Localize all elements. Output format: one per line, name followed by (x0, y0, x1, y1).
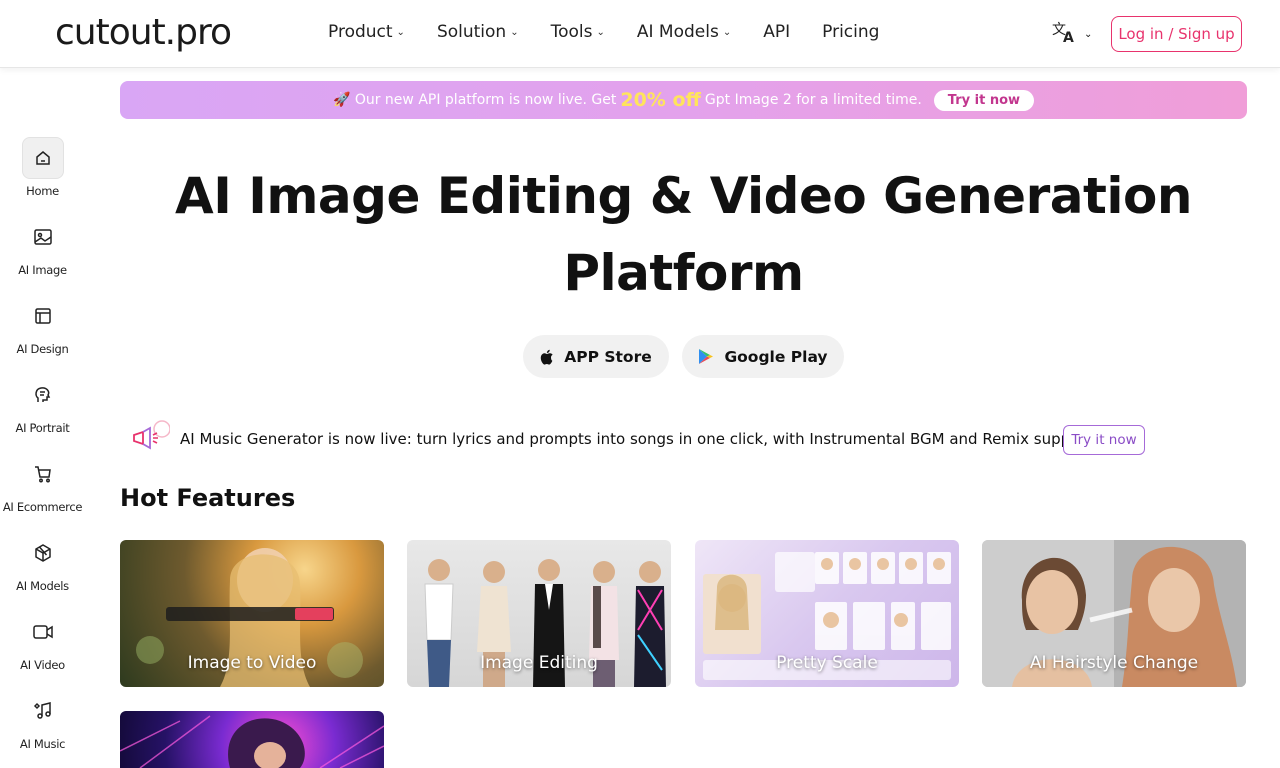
cube-icon (22, 532, 64, 574)
nav-tools[interactable]: Tools ⌄ (551, 22, 605, 42)
nav-pricing-label: Pricing (822, 22, 880, 42)
feature-card-image-to-video[interactable]: Image to Video (120, 540, 384, 687)
hot-features-title: Hot Features (120, 484, 296, 512)
promo-banner: 🚀 Our new API platform is now live. Get … (120, 81, 1247, 119)
cart-icon (22, 453, 64, 495)
google-play-button[interactable]: Google Play (682, 335, 844, 378)
sidebar-item-ai-ecommerce[interactable]: AI Ecommerce (0, 453, 85, 514)
language-selector[interactable]: 文A ⌄ (1052, 20, 1092, 49)
sidebar-item-label: AI Design (16, 342, 69, 356)
app-store-button[interactable]: APP Store (523, 335, 669, 378)
feature-card-pretty-scale[interactable]: Pretty Scale (695, 540, 959, 687)
sidebar: Home AI Image AI Design AI Portrait AI E… (0, 69, 85, 768)
card-caption: Image Editing (480, 653, 598, 673)
app-store-label: APP Store (564, 347, 652, 366)
sidebar-item-label: Home (26, 184, 59, 198)
nav-tools-label: Tools (550, 22, 593, 42)
card-caption: Image to Video (187, 653, 317, 673)
sidebar-item-label: AI Music (19, 737, 66, 751)
home-icon (21, 137, 64, 179)
music-icon (22, 690, 64, 732)
sidebar-item-ai-music[interactable]: AI Music (0, 690, 85, 751)
promo-try-button[interactable]: Try it now (933, 89, 1035, 111)
sidebar-item-label: AI Models (16, 579, 69, 593)
nav-ai-models[interactable]: AI Models ⌄ (637, 22, 731, 42)
megaphone-icon (130, 419, 171, 459)
promo-prefix: 🚀 Our new API platform is now live. Get (332, 92, 617, 108)
feature-card-ai-music[interactable] (120, 711, 384, 768)
sidebar-item-home[interactable]: Home (0, 137, 85, 198)
chevron-down-icon: ⌄ (396, 26, 405, 38)
layout-icon (22, 295, 64, 337)
apple-icon (540, 349, 554, 365)
nav-product-label: Product (328, 22, 393, 42)
google-play-icon (698, 348, 714, 365)
hero-title-line2: Platform (563, 244, 804, 302)
promo-suffix: Gpt Image 2 for a limited time. (704, 92, 922, 108)
google-play-label: Google Play (724, 347, 828, 366)
sidebar-item-label: AI Portrait (15, 421, 70, 435)
nav-pricing[interactable]: Pricing (822, 22, 879, 42)
portrait-icon (22, 374, 64, 416)
video-icon (22, 611, 64, 653)
card-image-figure (120, 715, 384, 768)
sidebar-item-label: AI Image (18, 263, 67, 277)
card-caption: Pretty Scale (776, 653, 878, 673)
chevron-down-icon: ⌄ (510, 26, 519, 38)
card-caption: AI Hairstyle Change (1029, 653, 1199, 673)
sidebar-item-ai-models[interactable]: AI Models (0, 532, 85, 593)
sidebar-item-ai-portrait[interactable]: AI Portrait (0, 374, 85, 435)
feature-card-image-editing[interactable]: Image Editing (407, 540, 671, 687)
nav-product[interactable]: Product ⌄ (328, 22, 405, 42)
nav-ai-models-label: AI Models (636, 22, 719, 42)
translate-icon: 文A (1052, 20, 1078, 49)
sidebar-item-ai-design[interactable]: AI Design (0, 295, 85, 356)
login-signup-button[interactable]: Log in / Sign up (1111, 16, 1242, 52)
nav-api[interactable]: API (763, 22, 790, 42)
notice-text: AI Music Generator is now live: turn lyr… (180, 430, 1097, 448)
sidebar-item-label: AI Ecommerce (2, 500, 83, 514)
hero-title-line1: AI Image Editing & Video Generation (175, 167, 1192, 225)
image-icon (22, 216, 64, 258)
promo-highlight: 20% off (620, 89, 701, 111)
music-notice: AI Music Generator is now live: turn lyr… (130, 419, 1145, 459)
sidebar-item-ai-video[interactable]: AI Video (0, 611, 85, 672)
main-nav: Product ⌄ Solution ⌄ Tools ⌄ AI Models ⌄ API… (328, 22, 911, 42)
nav-solution[interactable]: Solution ⌄ (437, 22, 519, 42)
hero-title: AI Image Editing & Video Generation Plat… (120, 158, 1247, 312)
chevron-down-icon: ⌄ (722, 26, 732, 38)
nav-solution-label: Solution (436, 22, 507, 42)
chevron-down-icon: ⌄ (596, 26, 605, 38)
svg-text:A: A (1063, 30, 1074, 44)
chevron-down-icon: ⌄ (1084, 29, 1093, 40)
notice-try-button[interactable]: Try it now (1063, 425, 1145, 455)
top-header: cutout.pro Product ⌄ Solution ⌄ Tools ⌄ AI … (0, 0, 1280, 68)
logo[interactable]: cutout.pro (55, 12, 232, 53)
sidebar-item-ai-image[interactable]: AI Image (0, 216, 85, 277)
nav-api-label: API (763, 22, 791, 42)
feature-card-ai-hairstyle-change[interactable]: AI Hairstyle Change (982, 540, 1246, 687)
sidebar-item-label: AI Video (20, 658, 65, 672)
